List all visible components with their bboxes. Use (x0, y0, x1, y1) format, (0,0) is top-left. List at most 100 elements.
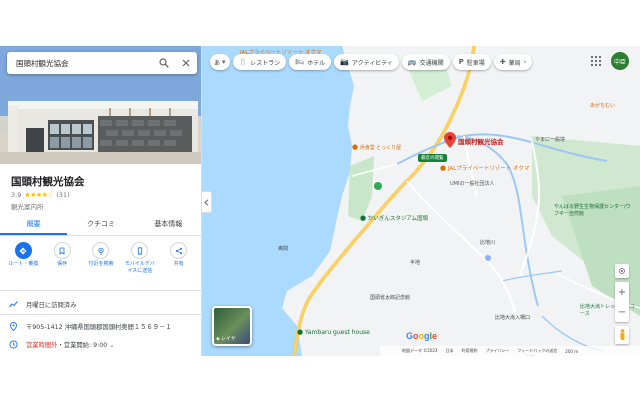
chip-pharmacy[interactable]: ✚ 薬局 › (493, 54, 533, 70)
location-target-icon (619, 268, 625, 274)
divider (0, 290, 201, 291)
footer-feedback-link[interactable]: フィードバックの送信 (517, 348, 557, 354)
chip-restaurant[interactable]: 🍴 レストラン (232, 54, 287, 70)
place-category[interactable]: 観光案内所 (11, 201, 44, 211)
restaurant-icon: 🍴 (238, 58, 248, 66)
zoom-out-button[interactable]: − (618, 307, 626, 318)
selected-place-pin[interactable] (444, 132, 456, 152)
action-buttons: ルート・乗換 保存 付近を検索 モバイルデバイスに送信 共有 (0, 242, 201, 284)
chip-parking[interactable]: P 駐車場 (452, 54, 491, 70)
review-count[interactable]: (31) (56, 191, 69, 199)
map-label-restaurant[interactable]: ● 浜食堂 とっくり屋 (352, 143, 401, 151)
language-chip[interactable]: あ ▾ (210, 54, 230, 70)
send-to-phone-button[interactable]: モバイルデバイスに送信 (123, 242, 157, 284)
map-label-hotel[interactable]: ● JALプライベートリゾート オクマ (440, 164, 529, 172)
pegman-icon (620, 329, 624, 340)
chevron-left-icon (204, 198, 209, 206)
chevron-down-icon: ▾ (222, 58, 226, 66)
chip-label: アクティビティ (351, 59, 393, 67)
red-pin-icon (444, 132, 456, 148)
screenshot-canvas: JALプライベートリゾート オクマ ● 浜食堂 とっくり屋 ● JALプライベー… (0, 0, 640, 400)
action-label: ルート・乗換 (8, 261, 39, 267)
share-icon (175, 247, 182, 254)
chip-hotel[interactable]: 🛏 ホテル (289, 54, 332, 70)
account-avatar[interactable]: 中臣 (611, 52, 629, 70)
layers-label: レイヤ (220, 336, 236, 342)
map-label-hamlet: 半地 (410, 260, 421, 266)
map-label-guest-house[interactable]: ● Yambaru guest house (297, 328, 370, 336)
chip-label: あ (214, 59, 221, 67)
map-label-road: 比地大滝入場口 (495, 315, 531, 321)
map-canvas[interactable] (202, 46, 640, 356)
search-icon (159, 58, 169, 68)
place-tabs: 概要 クチコミ 基本情報 (0, 214, 201, 236)
action-label: 共有 (173, 261, 184, 267)
save-button[interactable]: 保存 (45, 242, 79, 284)
footer-region[interactable]: 日本 (445, 348, 453, 354)
pharmacy-icon: ✚ (499, 58, 506, 66)
visited-row[interactable]: 月曜日に訪問済み (0, 296, 201, 312)
map-label-nature-center[interactable]: やんばる野生生物保護センター/ウフギー自然館 (554, 204, 634, 218)
chevron-down-icon[interactable]: ⌄ (109, 342, 114, 349)
map-label-memorial[interactable]: 国頭省太郎記念館 (370, 294, 410, 301)
clock-icon (8, 339, 18, 349)
filter-chip-bar: あ ▾ 🍴 レストラン 🛏 ホテル 📷 アクティビティ 🚌 交通機関 P 駐車場… (210, 54, 533, 70)
address-row[interactable]: 〒905-1412 沖縄県国頭郡国頭村奥間１５６９－１ (0, 318, 201, 334)
close-icon (182, 59, 190, 67)
star-rating-icon: ★★★★☆ (24, 191, 54, 199)
footer-privacy-link[interactable]: プライバシー (485, 348, 509, 354)
divider (0, 314, 201, 315)
copyright-text: 地図データ ©2023 (402, 348, 438, 353)
chip-activity[interactable]: 📷 アクティビティ (334, 54, 399, 70)
place-title: 国頭村観光協会 (11, 176, 85, 188)
tab-overview[interactable]: 概要 (0, 214, 68, 235)
layers-button[interactable]: ◈ レイヤ (212, 306, 252, 346)
scale-label[interactable]: 200 m (565, 349, 578, 354)
map-label-school[interactable]: UMIの一般社団法人 (450, 180, 494, 187)
chip-label: ホテル (307, 59, 326, 67)
place-photo[interactable]: 国頭村観光協会 (0, 46, 201, 164)
timeline-icon (8, 300, 18, 307)
chip-label: 駐車場 (466, 59, 485, 67)
search-input[interactable]: 国頭村観光協会 (7, 58, 153, 69)
selected-place-label[interactable]: 国頭村観光協会 (458, 136, 504, 146)
tab-about[interactable]: 基本情報 (135, 214, 201, 235)
chip-transit[interactable]: 🚌 交通機関 (401, 54, 450, 70)
rating-row[interactable]: 3.9 ★★★★☆ (31) (11, 191, 70, 199)
search-box[interactable]: 国頭村観光協会 (7, 52, 197, 74)
nearby-button[interactable]: 付近を検索 (84, 242, 118, 284)
google-maps-window: JALプライベートリゾート オクマ ● 浜食堂 とっくり屋 ● JALプライベー… (0, 46, 640, 356)
bookmark-icon (59, 247, 65, 255)
layers-icon: ◈ (216, 335, 220, 342)
rating-value: 3.9 (11, 191, 22, 199)
hours-next: ・営業開始: 9:00 (57, 341, 108, 349)
tab-reviews[interactable]: クチコミ (67, 214, 134, 235)
street-view-pegman[interactable] (615, 326, 629, 344)
map-label-akogi[interactable]: あがちむい (590, 102, 615, 109)
directions-button[interactable]: ルート・乗換 (6, 242, 40, 284)
zoom-in-button[interactable]: + (618, 287, 626, 298)
hours-text: 営業時間外・営業開始: 9:00 ⌄ (26, 340, 115, 349)
map-footer: 地図データ ©2023 日本 利用規約 プライバシー フィードバックの送信 20… (380, 346, 640, 356)
apps-grid-icon[interactable] (590, 55, 602, 67)
share-button[interactable]: 共有 (162, 242, 196, 284)
collapse-panel-button[interactable] (202, 191, 212, 213)
hours-status: 営業時間外 (26, 341, 58, 349)
location-pin-icon (9, 321, 17, 331)
address-text: 〒905-1412 沖縄県国頭郡国頭村奥間１５６９－１ (26, 323, 172, 331)
action-label: モバイルデバイスに送信 (124, 261, 155, 274)
hours-row[interactable]: 営業時間外・営業開始: 9:00 ⌄ (0, 336, 201, 352)
map-label-trail[interactable]: 比地大滝トレッキングコース (580, 304, 638, 317)
map-label-stadium[interactable]: ● かいぎんスタジアム国頭 (360, 214, 428, 222)
chip-label: レストラン (250, 59, 281, 67)
search-button[interactable] (153, 52, 175, 74)
map-label-district: 奥間 (278, 246, 289, 252)
map-label-river: 比地川 (480, 240, 496, 246)
map-base (202, 46, 640, 356)
directions-icon (19, 247, 27, 254)
footer-terms-link[interactable]: 利用規約 (461, 348, 477, 354)
close-button[interactable] (175, 52, 197, 74)
my-location-button[interactable] (615, 264, 629, 278)
map-label-temple[interactable]: やまに一般境 (535, 136, 565, 143)
transit-icon: 🚌 (407, 58, 417, 66)
